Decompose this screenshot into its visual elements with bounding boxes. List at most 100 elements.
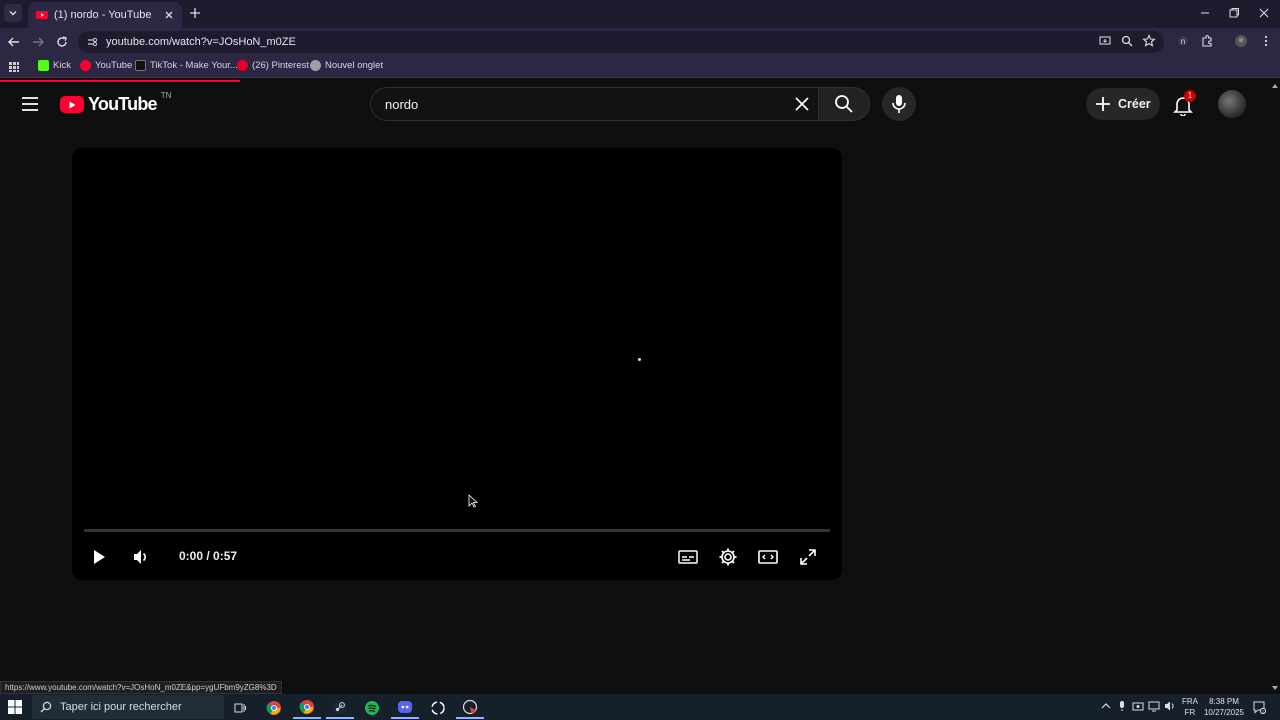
task-view-button[interactable] (226, 697, 254, 719)
taskbar-chrome-active[interactable] (293, 697, 321, 719)
country-code: TN (160, 91, 172, 100)
video-player[interactable]: 0:00 / 0:57 (72, 148, 842, 580)
taskbar-steam[interactable] (326, 697, 354, 719)
taskbar-search-placeholder: Taper ici pour rechercher (60, 701, 182, 713)
youtube-favicon-icon (36, 11, 48, 19)
reload-icon[interactable] (54, 34, 70, 50)
youtube-play-logo-icon (60, 96, 84, 113)
steam-icon (333, 700, 347, 714)
close-window-icon[interactable] (1257, 6, 1271, 20)
bookmarks-bar: Kick YouTube TikTok - Make Your... (26) … (0, 56, 1280, 78)
menu-hamburger-icon[interactable] (20, 96, 40, 112)
keyboard-layout: FR (1184, 708, 1196, 717)
taskbar-chrome[interactable] (260, 697, 288, 719)
back-arrow-icon[interactable] (6, 34, 22, 50)
input-language[interactable]: FRA FR (1182, 696, 1198, 718)
apps-grid-icon[interactable] (8, 61, 20, 73)
bookmark-label: Kick (53, 60, 71, 71)
clock-time: 8:38 PM (1209, 697, 1239, 706)
mute-button[interactable] (130, 546, 152, 568)
settings-button[interactable] (717, 546, 739, 568)
minimize-icon[interactable] (1198, 6, 1212, 20)
profile-avatar-icon[interactable] (1234, 34, 1248, 48)
close-tab-icon[interactable] (164, 10, 174, 20)
subtitles-icon (678, 550, 698, 564)
voice-search-button[interactable] (882, 87, 916, 121)
taskbar-app-red[interactable] (456, 697, 484, 719)
task-view-icon (234, 703, 246, 713)
gaming-app-icon (462, 699, 478, 715)
clear-search-icon[interactable] (794, 96, 810, 112)
show-hidden-icons-icon[interactable] (1100, 700, 1112, 712)
fullscreen-icon (800, 549, 816, 565)
action-center-icon[interactable]: 1 (1252, 700, 1266, 714)
bookmark-youtube[interactable]: YouTube (80, 60, 132, 71)
microphone-tray-icon[interactable] (1116, 700, 1128, 712)
taskbar-spotify[interactable] (358, 697, 386, 719)
bookmark-star-icon[interactable] (1142, 34, 1156, 48)
theater-icon (758, 550, 778, 564)
scroll-up-arrow-icon[interactable] (1270, 82, 1280, 90)
logo-wordmark: YouTube (88, 94, 158, 114)
subtitles-button[interactable] (677, 546, 699, 568)
chrome-icon (299, 700, 314, 714)
bookmark-pinterest[interactable]: (26) Pinterest (237, 60, 309, 71)
taskbar-discord[interactable] (391, 697, 419, 719)
windows-start-icon[interactable] (8, 700, 22, 714)
youtube-logo[interactable]: YouTube TN (60, 91, 172, 115)
discord-icon (398, 701, 412, 713)
extension-icon[interactable]: n (1176, 34, 1190, 48)
site-info-icon[interactable] (86, 36, 98, 48)
taskbar-app-sync[interactable] (424, 697, 452, 719)
plus-icon (1096, 97, 1110, 111)
url-text: youtube.com/watch?v=JOsHoN_m0ZE (106, 36, 296, 48)
restore-icon[interactable] (1227, 6, 1241, 20)
browser-menu-icon[interactable] (1259, 34, 1273, 48)
bookmark-label: YouTube (95, 60, 133, 71)
play-icon (94, 550, 105, 564)
meet-now-icon[interactable] (1132, 700, 1144, 712)
gear-icon (719, 548, 737, 566)
fullscreen-button[interactable] (797, 546, 819, 568)
microphone-icon (892, 95, 906, 113)
language-code: FRA (1182, 697, 1198, 706)
forward-arrow-icon[interactable] (30, 34, 46, 50)
extensions-puzzle-icon[interactable] (1200, 34, 1214, 48)
spotify-icon (365, 701, 379, 715)
notification-badge: 1 (1184, 90, 1196, 102)
windows-taskbar: Taper ici pour rechercher FRA FR 8:38 PM… (0, 694, 1280, 720)
notifications-button[interactable]: 1 (1172, 90, 1196, 116)
new-tab-icon[interactable] (188, 6, 202, 20)
bookmark-kick[interactable]: Kick (38, 60, 71, 71)
system-clock[interactable]: 8:38 PM 10/27/2025 (1202, 696, 1246, 718)
account-avatar[interactable] (1218, 90, 1246, 118)
link-status-bar: https://www.youtube.com/watch?v=JOsHoN_m… (0, 681, 282, 694)
bookmark-label: Nouvel onglet (325, 60, 384, 71)
chrome-icon (266, 701, 281, 715)
create-button[interactable]: Créer (1086, 88, 1160, 120)
search-input[interactable]: nordo (370, 87, 818, 121)
theater-mode-button[interactable] (757, 546, 779, 568)
scroll-down-arrow-icon[interactable] (1270, 684, 1280, 692)
bookmark-tiktok[interactable]: TikTok - Make Your... (135, 60, 238, 71)
browser-tab-strip: (1) nordo - YouTube (0, 0, 1280, 28)
progress-bar[interactable] (84, 529, 830, 532)
browser-tab-active[interactable]: (1) nordo - YouTube (28, 2, 182, 28)
bookmark-label: TikTok - Make Your... (150, 60, 238, 71)
taskbar-search-field[interactable]: Taper ici pour rechercher (32, 695, 224, 719)
zoom-icon[interactable] (1120, 34, 1134, 48)
search-button[interactable] (818, 87, 870, 121)
bookmark-new-tab[interactable]: Nouvel onglet (310, 60, 383, 71)
speaker-icon[interactable] (1164, 700, 1176, 712)
tab-search-button[interactable] (4, 4, 22, 22)
address-bar[interactable]: youtube.com/watch?v=JOsHoN_m0ZE (78, 31, 1164, 53)
install-app-icon[interactable] (1098, 34, 1112, 48)
volume-icon (134, 550, 146, 564)
tab-title: (1) nordo - YouTube (54, 9, 152, 21)
svg-text:n: n (1181, 37, 1185, 46)
play-button[interactable] (88, 546, 110, 568)
youtube-icon (80, 60, 91, 71)
tiktok-icon (135, 60, 146, 71)
search-icon (835, 95, 853, 113)
network-icon[interactable] (1148, 700, 1160, 712)
